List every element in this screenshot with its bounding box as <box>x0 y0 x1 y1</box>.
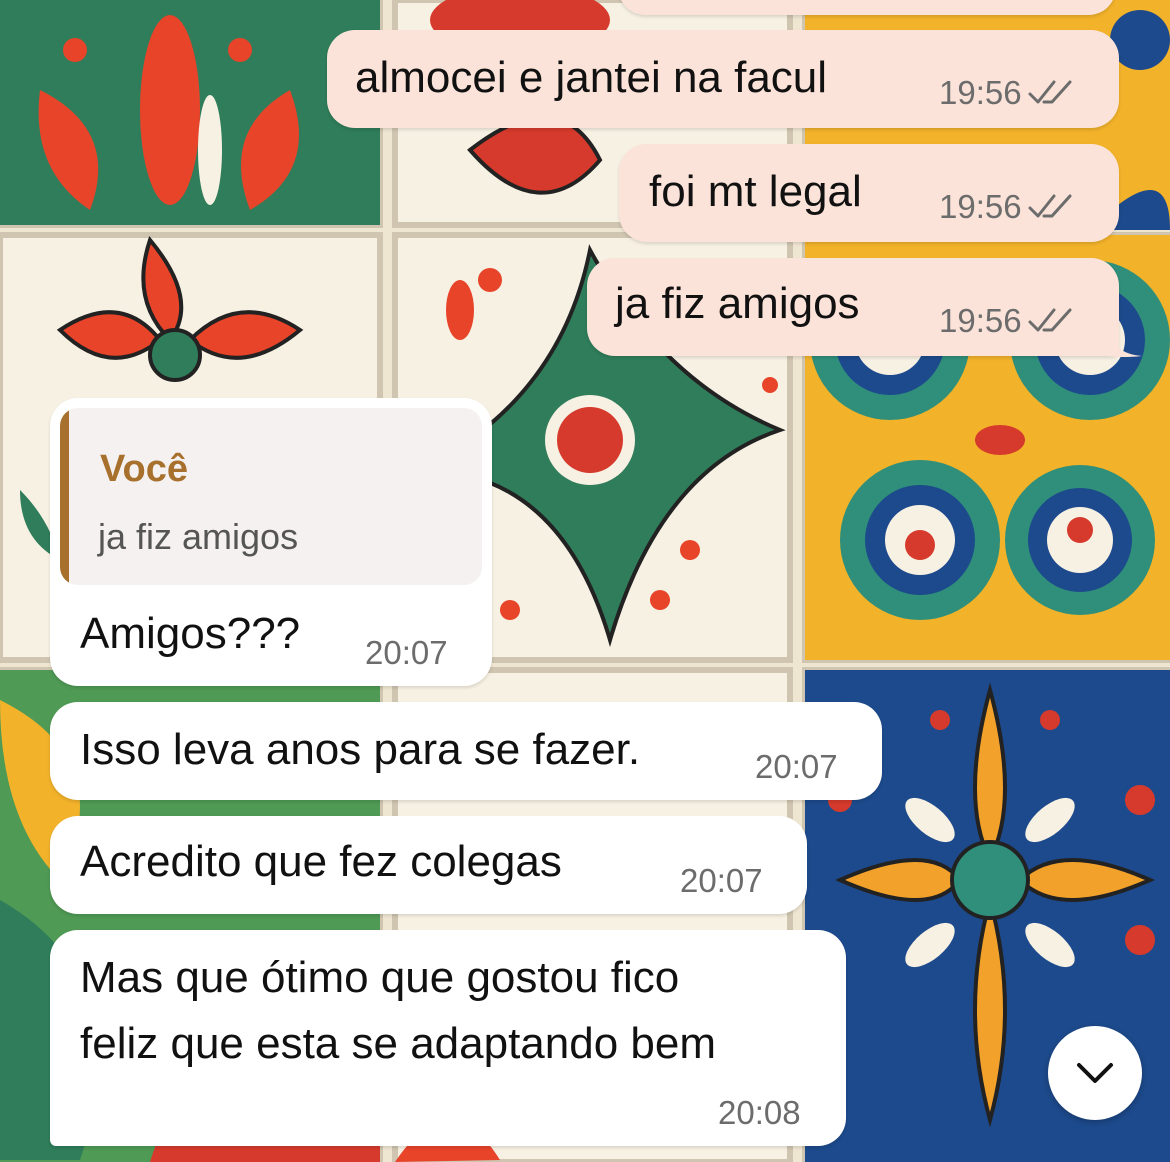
scroll-to-bottom-button[interactable] <box>1048 1026 1142 1120</box>
message-time: 19:56 <box>939 302 1022 339</box>
message-meta: 19:56 <box>939 74 1074 112</box>
message-text: Amigos??? <box>80 609 301 658</box>
message-time: 20:07 <box>365 634 448 671</box>
message-text-line: Mas que ótimo que gostou fico <box>80 953 680 1002</box>
message-time: 20:07 <box>680 862 763 899</box>
message-bubble-outgoing[interactable]: foi mt legal 19:56 <box>619 144 1119 242</box>
message-text: ja fiz amigos <box>615 279 860 328</box>
message-time: 19:56 <box>939 188 1022 225</box>
message-bubble-partial[interactable] <box>618 0 1116 15</box>
message-time: 19:56 <box>939 74 1022 111</box>
quote-author: Você <box>100 448 189 490</box>
quote-text: ja fiz amigos <box>98 516 299 557</box>
quote-accent-bar <box>60 408 69 585</box>
message-text-line: feliz que esta se adaptando bem <box>80 1019 717 1068</box>
message-meta: 19:56 <box>939 188 1074 226</box>
message-bubble-outgoing[interactable]: ja fiz amigos 19:56 <box>587 258 1119 356</box>
message-text: foi mt legal <box>649 167 862 216</box>
message-text: almocei e jantei na facul <box>355 53 828 102</box>
message-text: Isso leva anos para se fazer. <box>80 725 641 774</box>
quoted-message[interactable]: Você ja fiz amigos <box>60 408 482 585</box>
chevron-down-icon <box>1077 1063 1113 1083</box>
message-time: 20:07 <box>755 748 838 785</box>
message-text: Acredito que fez colegas <box>80 837 562 886</box>
message-bubble-incoming[interactable]: Mas que ótimo que gostou fico feliz que … <box>50 930 846 1146</box>
message-bubble-incoming[interactable]: Acredito que fez colegas 20:07 <box>50 816 807 914</box>
double-check-icon <box>1028 194 1072 218</box>
message-meta: 19:56 <box>939 302 1074 340</box>
double-check-icon <box>1028 80 1072 104</box>
message-bubble-outgoing[interactable]: almocei e jantei na facul 19:56 <box>327 30 1119 128</box>
message-bubble-incoming-reply[interactable]: Você ja fiz amigos Amigos??? 20:07 <box>50 398 492 686</box>
message-time: 20:08 <box>718 1094 801 1131</box>
bubble-tail <box>1108 330 1142 357</box>
message-bubble-incoming[interactable]: Isso leva anos para se fazer. 20:07 <box>50 702 882 800</box>
double-check-icon <box>1028 308 1072 332</box>
